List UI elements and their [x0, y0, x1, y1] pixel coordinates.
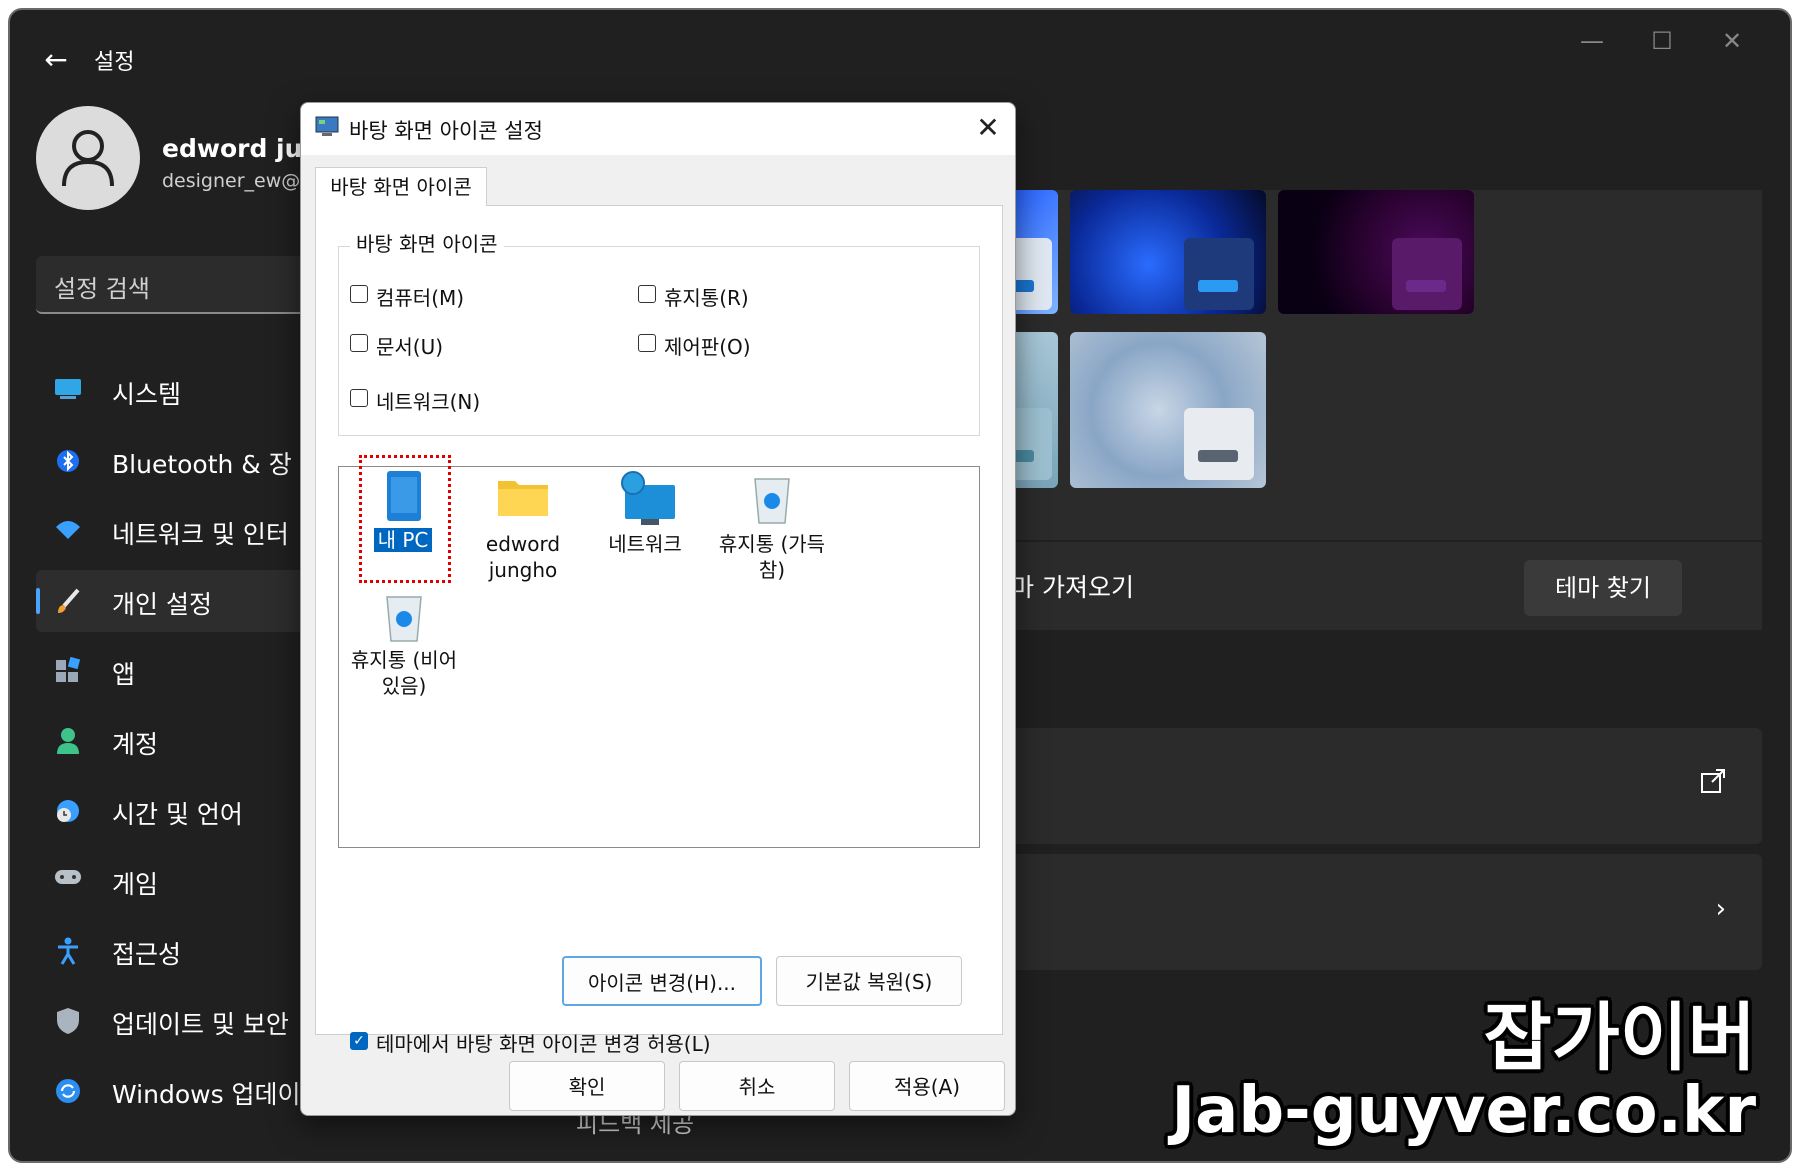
maximize-icon[interactable]: ☐	[1632, 26, 1692, 56]
list-item-recycle-bin-empty[interactable]: 휴지통 (비어 있음)	[339, 591, 469, 701]
find-themes-button[interactable]: 테마 찾기	[1524, 560, 1682, 616]
wifi-icon	[54, 517, 82, 545]
theme-gallery-panel	[988, 190, 1762, 540]
apply-button[interactable]: 적용(A)	[849, 1061, 1005, 1111]
network-checkbox-label: 네트워크(N)	[376, 390, 481, 414]
allow-theme-checkbox[interactable]: ✓	[350, 1032, 368, 1050]
group-label: 바탕 화면 아이콘	[350, 228, 504, 257]
watermark-title: 잡가이버	[1483, 995, 1756, 1081]
recycle-bin-checkbox[interactable]	[638, 285, 656, 303]
cancel-button[interactable]: 취소	[679, 1061, 835, 1111]
chevron-right-icon: ›	[1715, 894, 1726, 924]
related-link-row[interactable]	[988, 728, 1762, 844]
computer-checkbox-label: 컴퓨터(M)	[376, 286, 465, 310]
dialog-close-icon[interactable]: ✕	[971, 111, 1005, 144]
gamepad-icon	[54, 867, 82, 895]
profile-email: designer_ew@	[162, 170, 301, 192]
tab-desktop-icons[interactable]: 바탕 화면 아이콘	[315, 167, 487, 206]
apps-icon	[54, 656, 82, 685]
network-checkbox[interactable]	[350, 389, 368, 407]
accessibility-icon	[54, 937, 82, 965]
documents-checkbox-label: 문서(U)	[376, 335, 444, 359]
shield-icon	[54, 1007, 82, 1035]
control-panel-checkbox[interactable]	[638, 334, 656, 352]
desktop-settings-icon	[315, 115, 341, 139]
user-icon	[62, 130, 114, 187]
dialog-titlebar: 바탕 화면 아이콘 설정 ✕	[301, 103, 1015, 155]
documents-checkbox[interactable]	[350, 334, 368, 352]
close-window-icon[interactable]: ✕	[1702, 26, 1762, 56]
computer-checkbox[interactable]	[350, 285, 368, 303]
theme-thumbnail-glow[interactable]	[1278, 190, 1474, 314]
brush-icon	[54, 587, 82, 615]
account-icon	[54, 727, 82, 755]
user-folder-icon	[497, 475, 549, 521]
desktop-icon-list: 내 PC edword jungho 네트워크 휴지통 (가득 참) 휴지통 (…	[338, 455, 980, 848]
dialog-title: 바탕 화면 아이콘 설정	[349, 119, 543, 143]
navigation-row[interactable]: ›	[988, 854, 1762, 970]
theme-thumbnail-flow[interactable]	[1070, 332, 1266, 488]
settings-window: ← 설정 — ☐ ✕ edword jung designer_ew@ 설정 검…	[8, 8, 1792, 1163]
globe-clock-icon	[54, 797, 82, 825]
active-indicator	[36, 588, 40, 614]
monitor-icon	[54, 377, 82, 405]
restore-default-button[interactable]: 기본값 복원(S)	[776, 956, 962, 1006]
user-folder-label: edword jungho	[485, 532, 561, 582]
tab-panel: 바탕 화면 아이콘 컴퓨터(M) 휴지통(R) 문서(U) 제어판(O) 네트워…	[315, 205, 1003, 1056]
search-placeholder: 설정 검색	[54, 275, 150, 303]
this-pc-icon	[385, 469, 423, 527]
update-icon	[54, 1077, 82, 1105]
minimize-icon[interactable]: —	[1562, 26, 1622, 56]
external-link-icon	[1700, 768, 1726, 801]
list-item-network[interactable]: 네트워크	[585, 471, 705, 561]
network-icon	[619, 471, 677, 531]
this-pc-label: 내 PC	[373, 528, 433, 552]
recycle-bin-full-label: 휴지통 (가득 참)	[718, 532, 826, 582]
ok-button[interactable]: 확인	[509, 1061, 665, 1111]
change-icon-button[interactable]: 아이콘 변경(H)...	[562, 956, 762, 1006]
list-item-user-folder[interactable]: edword jungho	[463, 475, 583, 585]
window-title: 설정	[94, 50, 135, 75]
avatar[interactable]	[36, 106, 140, 210]
desktop-icon-settings-dialog: 바탕 화면 아이콘 설정 ✕ 바탕 화면 아이콘 바탕 화면 아이콘 컴퓨터(M…	[300, 102, 1016, 1116]
recycle-bin-empty-icon	[383, 591, 425, 647]
theme-thumbnail-bloom-dark[interactable]	[1070, 190, 1266, 314]
recycle-bin-empty-label: 휴지통 (비어 있음)	[350, 648, 458, 698]
network-label: 네트워크	[608, 532, 682, 556]
recycle-bin-checkbox-label: 휴지통(R)	[664, 286, 749, 310]
bluetooth-icon	[54, 447, 82, 475]
allow-theme-checkbox-label: 테마에서 바탕 화면 아이콘 변경 허용(L)	[376, 1032, 711, 1056]
control-panel-checkbox-label: 제어판(O)	[664, 335, 751, 359]
back-arrow-icon[interactable]: ←	[36, 40, 76, 80]
watermark-url: Jab-guyver.co.kr	[1171, 1074, 1756, 1148]
list-item-recycle-bin-full[interactable]: 휴지통 (가득 참)	[707, 473, 837, 583]
recycle-bin-full-icon	[751, 473, 793, 529]
list-item-this-pc[interactable]: 내 PC	[359, 455, 469, 585]
